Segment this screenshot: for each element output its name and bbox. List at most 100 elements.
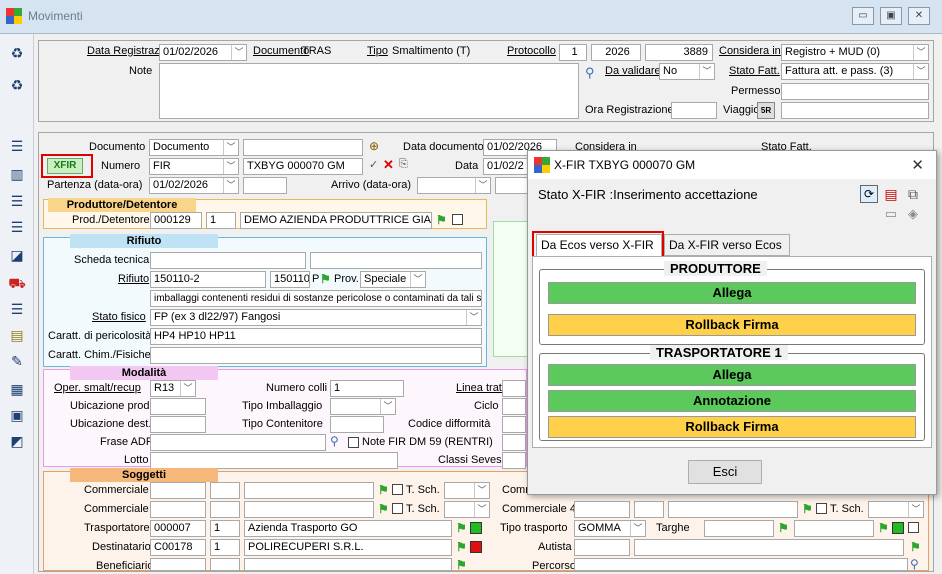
permesso-field[interactable] [781,83,929,100]
commerciale2-codice[interactable] [150,501,206,518]
targa2-field[interactable] [794,520,874,537]
da-validare-select[interactable]: No ﹀ [659,63,715,80]
arrivo-time[interactable] [495,177,529,194]
tipo-trasporto-select[interactable]: GOMMA ﹀ [574,520,646,537]
maximize-button[interactable]: ▣ [880,7,902,25]
commerciale1-sede[interactable] [210,482,240,499]
tab-xfir-to-ecos[interactable]: Da X-FIR verso Ecos [664,234,790,256]
partenza-date[interactable]: 01/02/2026 ﹀ [149,177,239,194]
list3-icon[interactable]: ☰ [8,218,26,236]
recycle-alt-icon[interactable]: ♻ [8,76,26,94]
minimize-button[interactable]: ▭ [852,7,874,25]
ubic-prod-field[interactable] [150,398,206,415]
beneficiario-codice[interactable] [150,558,206,571]
commerciale2-nome[interactable] [244,501,374,518]
commerciale2-tsch-select[interactable]: ﹀ [444,501,490,518]
commerciale4-tsch-checkbox[interactable] [816,503,827,514]
commerciale1-tsch-checkbox[interactable] [392,484,403,495]
check-icon[interactable]: ✓ [369,158,378,171]
tipo-imballaggio-select[interactable]: ﹀ [330,398,396,415]
frase-adr-field[interactable] [150,434,326,451]
numero-tipo-select[interactable]: FIR ﹀ [149,158,239,175]
refresh-icon[interactable]: ⊕ [369,139,379,153]
stato-fatt-select[interactable]: Fattura att. e pass. (3) ﹀ [781,63,929,80]
trasportatore-nome[interactable]: Azienda Trasporto GO [244,520,452,537]
targhe-checkbox[interactable] [908,522,919,533]
commerciale4-codice[interactable] [574,501,630,518]
calendar-icon[interactable]: ▣ [8,406,26,424]
oper-select[interactable]: R13 ﹀ [150,380,196,397]
rollback-trasportatore-button[interactable]: Rollback Firma [548,416,916,438]
flag-icon[interactable]: ⚑ [456,541,470,553]
protocollo-anno-field[interactable]: 2026 [591,44,641,61]
flag-icon[interactable]: ⚑ [878,522,892,534]
refresh-icon[interactable]: ⟳ [860,185,878,203]
destinatario-nome[interactable]: POLIRECUPERI S.R.L. [244,539,452,556]
ora-registrazione-field[interactable] [671,102,717,119]
flag-icon[interactable]: ⚑ [378,484,392,496]
beneficiario-sede[interactable] [210,558,240,571]
search-icon[interactable]: ⚲ [910,557,919,571]
flag-icon[interactable]: ⚑ [378,503,392,515]
list2-icon[interactable]: ☰ [8,192,26,210]
flag-icon[interactable]: ⚑ [320,273,334,285]
commerciale1-nome[interactable] [244,482,374,499]
scheda-tecnica-desc[interactable] [310,252,482,269]
recycle-icon[interactable]: ♻ [8,44,26,62]
considera-in-select[interactable]: Registro + MUD (0) ﹀ [781,44,929,61]
trasportatore-sede[interactable]: 1 [210,520,240,537]
note-fir-checkbox[interactable] [348,437,359,448]
chart-icon[interactable]: ◪ [8,246,26,264]
delete-icon[interactable]: ✕ [383,157,394,173]
allega-trasportatore-button[interactable]: Allega [548,364,916,386]
produttore-sede[interactable]: 1 [206,212,236,229]
note-textarea[interactable] [159,63,579,119]
autista-codice[interactable] [574,539,630,556]
autista-nome[interactable] [634,539,904,556]
stato-fisico-select[interactable]: FP (ex 3 dl22/97) Fangosi ﹀ [150,309,482,326]
map-icon[interactable]: ◩ [8,432,26,450]
partenza-time[interactable] [243,177,287,194]
prov-select[interactable]: Speciale ﹀ [360,271,426,288]
percorso-field[interactable] [574,558,908,571]
commerciale1-codice[interactable] [150,482,206,499]
numero-colli-field[interactable]: 1 [330,380,404,397]
document-search-icon[interactable]: ⧉ [904,185,922,203]
pdf-icon[interactable]: ▤ [882,185,900,203]
flag-icon[interactable]: ⚑ [802,503,816,515]
linea-trat-field[interactable] [502,380,526,397]
doc-documento-select[interactable]: Documento ﹀ [149,139,239,156]
rollback-produttore-button[interactable]: Rollback Firma [548,314,916,336]
chim-fisiche-field[interactable] [150,347,482,364]
search-icon[interactable]: ⚲ [585,65,595,81]
pericolosita-field[interactable]: HP4 HP10 HP11 [150,328,482,345]
trasportatore-codice[interactable]: 000007 [150,520,206,537]
commerciale4-tsch-select[interactable]: ﹀ [868,501,924,518]
produttore-nome[interactable]: DEMO AZIENDA PRODUTTRICE GIALLI [240,212,432,229]
edit-icon[interactable]: ✎ [8,352,26,370]
flag-icon[interactable]: ⚑ [456,522,470,534]
targa1-field[interactable] [704,520,774,537]
list-icon[interactable]: ☰ [8,137,26,155]
search-icon[interactable]: ⚲ [330,434,339,448]
numero-field[interactable]: TXBYG 000070 GM [243,158,363,175]
flag-icon[interactable]: ⚑ [456,559,470,571]
scheda-tecnica-field[interactable] [150,252,306,269]
building-icon[interactable]: ▤ [8,326,26,344]
rifiuto-cer[interactable]: 150110 [270,271,310,288]
calculator-icon[interactable]: ▦ [8,380,26,398]
viaggio-button[interactable]: 5R [757,102,775,119]
close-button[interactable]: ✕ [908,7,930,25]
ciclo-field[interactable] [502,398,526,415]
rifiuto-descrizione[interactable]: imballaggi contenenti residui di sostanz… [150,290,482,307]
allega-produttore-button[interactable]: Allega [548,282,916,304]
list4-icon[interactable]: ☰ [8,300,26,318]
produttore-codice[interactable]: 000129 [150,212,202,229]
data-registraz-field[interactable]: 01/02/2026 ﹀ [159,44,247,61]
rifiuto-codice[interactable]: 150110-2 [150,271,266,288]
truck-icon[interactable]: ⛟ [8,274,26,292]
classi-seveso-field[interactable] [502,452,526,469]
layers-icon[interactable]: ◈ [904,205,922,223]
data-field[interactable]: 01/02/2 [483,158,529,175]
close-icon[interactable]: ✕ [911,156,924,174]
